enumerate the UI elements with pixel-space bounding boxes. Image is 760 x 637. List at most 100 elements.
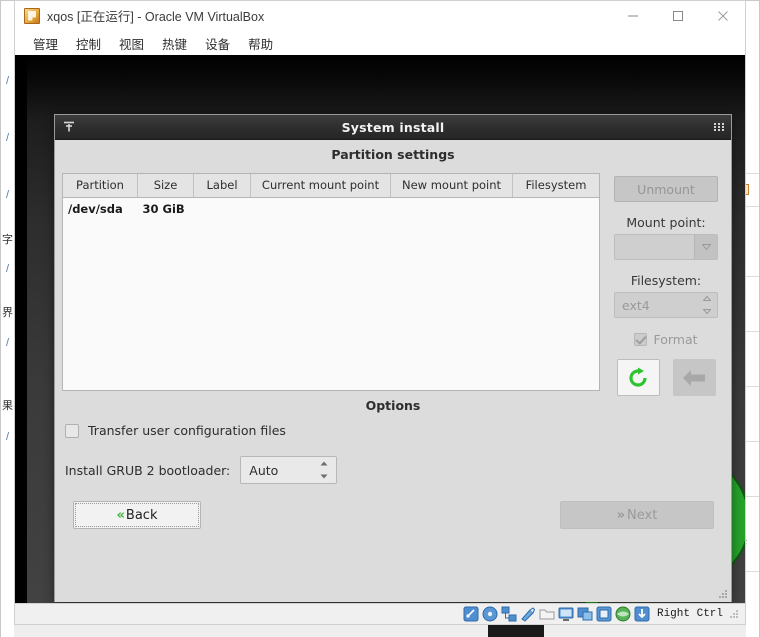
action-icon-buttons (607, 359, 725, 396)
bg-left-line: / (6, 189, 10, 201)
grub-bootloader-value: Auto (249, 462, 279, 478)
format-checkbox-row[interactable]: Format (607, 332, 725, 347)
vm-screen: System install Partition settings Partit… (15, 55, 745, 603)
cell-size: 30 GiB (137, 197, 194, 220)
column-header-format[interactable]: Format (600, 174, 601, 198)
cell-partition: /dev/sda (63, 197, 138, 220)
maximize-button[interactable] (655, 1, 700, 30)
double-chevron-right-icon: » (616, 507, 626, 523)
minimize-button[interactable] (610, 1, 655, 30)
grip-icon[interactable] (714, 123, 724, 131)
close-button[interactable] (700, 1, 745, 30)
dialog-title: System install (341, 119, 445, 135)
dialog-resize-grip[interactable] (719, 590, 728, 599)
mouse-integration-icon[interactable] (615, 606, 631, 622)
spinner-icon (319, 461, 329, 479)
format-label: Format (653, 332, 698, 347)
transfer-config-label: Transfer user configuration files (88, 423, 286, 438)
screen-root: / / / 字 / 界 / 果 / re xqos [正在运行] - Oracl… (0, 0, 760, 637)
cell-new-mount-point (390, 197, 513, 220)
grub-bootloader-row: Install GRUB 2 bootloader: Auto (65, 456, 338, 484)
collapse-icon[interactable] (62, 120, 76, 134)
filesystem-combobox[interactable]: ext4 (614, 292, 718, 318)
partition-table-container[interactable]: Partition Size Label Current mount point… (62, 173, 600, 391)
network-icon[interactable] (501, 606, 517, 622)
bg-left-line: / (6, 75, 10, 87)
column-header-filesystem[interactable]: Filesystem (512, 174, 599, 198)
back-arrow-icon (683, 369, 705, 386)
partition-side-controls: Unmount Mount point: Filesystem: ext4 Fo… (607, 173, 725, 396)
virtualbox-window: xqos [正在运行] - Oracle VM VirtualBox 管理 控制… (14, 0, 746, 625)
bg-left-line: / (6, 431, 10, 443)
spinner-icon (702, 296, 712, 314)
cell-label (193, 197, 251, 220)
next-button-label: Next (627, 507, 658, 523)
column-header-current-mount-point[interactable]: Current mount point (250, 174, 391, 198)
partition-settings-heading: Partition settings (331, 147, 455, 162)
dialog-body: Partition settings Partition Size Label … (55, 140, 731, 602)
undo-button[interactable] (672, 359, 716, 396)
menu-item-manage[interactable]: 管理 (24, 32, 67, 56)
background-window-bottom[interactable] (14, 624, 746, 637)
virtualbox-menubar: 管理 控制 视图 热键 设备 帮助 (15, 31, 745, 56)
grub-bootloader-label: Install GRUB 2 bootloader: (65, 462, 231, 478)
mount-point-combobox[interactable] (614, 234, 718, 260)
system-install-dialog: System install Partition settings Partit… (54, 114, 732, 602)
hard-disk-icon[interactable] (463, 606, 479, 622)
refresh-icon (629, 367, 647, 387)
window-controls (610, 1, 745, 30)
bg-left-line: / (6, 132, 10, 144)
table-row[interactable]: /dev/sda 30 GiB (63, 197, 601, 221)
chevron-down-icon (694, 235, 717, 259)
back-button-label: Back (125, 507, 158, 523)
menu-item-hotkeys[interactable]: 热键 (153, 32, 196, 56)
cell-current-mount-point (250, 197, 391, 220)
grub-bootloader-select[interactable]: Auto (240, 456, 338, 484)
options-heading: Options (365, 398, 421, 413)
virtualbox-statusbar: Right Ctrl (15, 603, 745, 624)
bg-left-line: 字 (2, 233, 13, 246)
virtualbox-titlebar[interactable]: xqos [正在运行] - Oracle VM VirtualBox (15, 1, 745, 31)
filesystem-label: Filesystem: (630, 273, 702, 288)
host-key-label: Right Ctrl (656, 608, 723, 620)
column-header-size[interactable]: Size (137, 174, 194, 198)
mount-point-label: Mount point: (626, 215, 706, 230)
transfer-config-row[interactable]: Transfer user configuration files (65, 423, 286, 438)
dialog-titlebar[interactable]: System install (55, 115, 731, 140)
display-icon[interactable] (558, 606, 574, 622)
bg-left-line: 果 (2, 399, 13, 412)
host-key-icon[interactable] (634, 606, 650, 622)
statusbar-resize-grip[interactable] (730, 609, 739, 619)
menu-item-control[interactable]: 控制 (67, 32, 110, 56)
menu-item-help[interactable]: 帮助 (239, 32, 282, 56)
double-chevron-left-icon: « (116, 507, 126, 523)
vm-desktop[interactable]: System install Partition settings Partit… (27, 55, 745, 603)
filesystem-value: ext4 (622, 297, 650, 313)
remote-desktop-icon[interactable] (577, 606, 593, 622)
unmount-button[interactable]: Unmount (614, 176, 718, 202)
usb-icon[interactable] (520, 606, 536, 622)
taskbar-fragment[interactable] (488, 625, 544, 637)
menu-item-devices[interactable]: 设备 (196, 32, 239, 56)
bg-left-line: / (6, 263, 10, 275)
table-header-row: Partition Size Label Current mount point… (63, 174, 601, 198)
bg-left-line: / (6, 337, 10, 349)
transfer-config-checkbox[interactable] (65, 423, 79, 438)
bg-left-line: 界 (2, 306, 13, 319)
refresh-button[interactable] (616, 359, 660, 396)
partition-table: Partition Size Label Current mount point… (63, 174, 601, 221)
recording-icon[interactable] (596, 606, 612, 622)
next-button[interactable]: » Next (560, 501, 714, 529)
format-checkbox[interactable] (634, 333, 648, 346)
shared-folder-icon[interactable] (539, 606, 555, 622)
optical-disk-icon[interactable] (482, 606, 498, 622)
cell-filesystem (512, 197, 599, 220)
virtualbox-vm-icon (24, 7, 40, 24)
column-header-new-mount-point[interactable]: New mount point (390, 174, 513, 198)
menu-item-view[interactable]: 视图 (110, 32, 153, 56)
window-title: xqos [正在运行] - Oracle VM VirtualBox (47, 10, 265, 24)
column-header-partition[interactable]: Partition (63, 174, 138, 198)
back-button[interactable]: « Back (73, 501, 201, 529)
column-header-label[interactable]: Label (193, 174, 251, 198)
cell-format (600, 198, 601, 221)
